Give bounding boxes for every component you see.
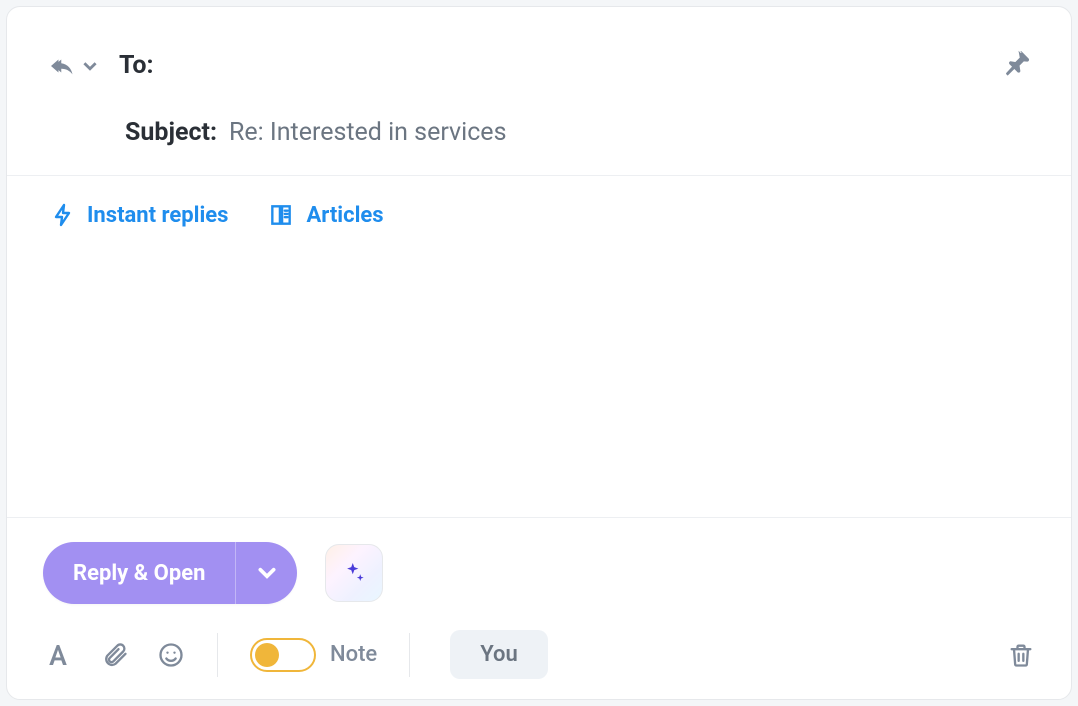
attachment-button[interactable] <box>101 641 129 669</box>
reply-open-split-button: Reply & Open <box>43 542 297 604</box>
divider <box>409 633 410 677</box>
paperclip-icon <box>101 641 129 669</box>
text-format-icon <box>43 640 73 670</box>
articles-label: Articles <box>306 203 383 228</box>
to-row: To: <box>51 51 1027 80</box>
pin-icon <box>1001 47 1033 79</box>
trash-icon <box>1007 641 1035 669</box>
reply-open-dropdown[interactable] <box>235 542 297 604</box>
book-icon <box>268 202 294 228</box>
from-you-button[interactable]: You <box>450 630 548 679</box>
subject-row: Subject: Re: Interested in services <box>51 118 1027 147</box>
reply-open-button[interactable]: Reply & Open <box>43 542 235 604</box>
compose-body[interactable] <box>7 228 1071 517</box>
subject-value: Re: Interested in services <box>229 118 506 147</box>
reply-all-icon <box>51 55 79 77</box>
instant-replies-label: Instant replies <box>87 203 228 228</box>
compose-header: To: Subject: Re: Interested in services <box>7 7 1071 176</box>
articles-button[interactable]: Articles <box>268 202 383 228</box>
note-toggle-group: Note <box>250 638 377 672</box>
pin-button[interactable] <box>1001 47 1033 83</box>
reply-all-dropdown[interactable] <box>51 55 97 77</box>
delete-button[interactable] <box>1007 641 1035 669</box>
sparkle-icon <box>339 558 369 588</box>
divider <box>217 633 218 677</box>
lightning-icon <box>51 202 75 228</box>
instant-replies-button[interactable]: Instant replies <box>51 202 228 228</box>
toggle-thumb <box>255 643 279 667</box>
subject-label: Subject: <box>125 118 217 147</box>
reply-open-label: Reply & Open <box>73 561 205 586</box>
to-label: To: <box>119 51 154 80</box>
ai-sparkle-button[interactable] <box>325 544 383 602</box>
you-label: You <box>480 642 518 667</box>
chevron-down-icon <box>257 563 277 583</box>
compose-footer: Reply & Open <box>7 517 1071 699</box>
text-format-button[interactable] <box>43 640 73 670</box>
note-toggle[interactable] <box>250 638 316 672</box>
note-label: Note <box>330 642 377 667</box>
emoji-button[interactable] <box>157 641 185 669</box>
quick-actions: Instant replies Articles <box>7 176 1071 228</box>
compose-panel: To: Subject: Re: Interested in services … <box>6 6 1072 700</box>
smile-icon <box>157 641 185 669</box>
chevron-down-icon <box>83 59 97 73</box>
